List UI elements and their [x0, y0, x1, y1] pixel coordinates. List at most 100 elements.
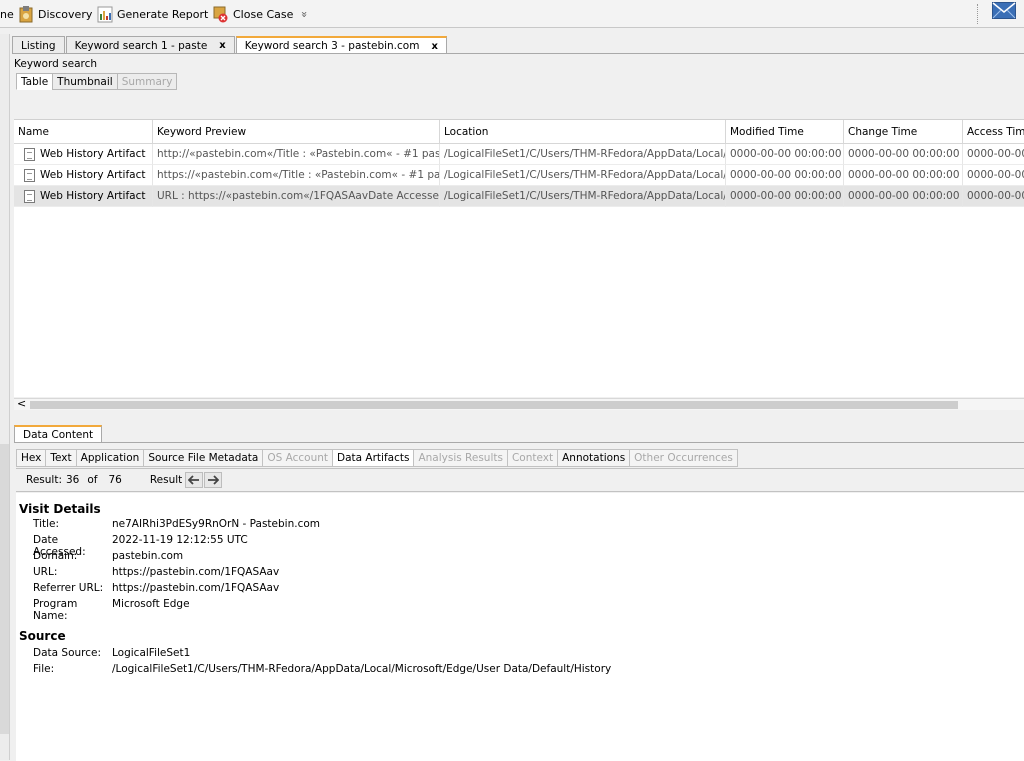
tab-label: Other Occurrences — [634, 452, 733, 464]
toolbar-separator — [977, 4, 978, 24]
tab-label: Table — [21, 75, 49, 88]
row-name: Web History Artifact — [40, 168, 146, 181]
tab-os-account[interactable]: OS Account — [262, 449, 334, 467]
generate-report-button[interactable]: Generate Report — [97, 4, 208, 24]
close-tab-icon[interactable]: x — [219, 40, 225, 51]
cell-access-time: 0000-00-00 0 — [963, 144, 1024, 165]
cell-access-time: 0000-00-00 0 — [963, 186, 1024, 207]
left-panel-scrollbar[interactable] — [0, 444, 9, 734]
cell-location: /LogicalFileSet1/C/Users/THM-RFedora/App… — [440, 165, 726, 186]
discovery-button[interactable]: Discovery — [18, 4, 92, 24]
detail-key: Data Source: — [33, 647, 102, 659]
cell-change-time: 0000-00-00 00:00:00 — [844, 186, 963, 207]
tab-label: Analysis Results — [418, 452, 503, 464]
tab-keyword-search-1[interactable]: Keyword search 1 - paste x — [65, 36, 235, 54]
results-table: Name Keyword Preview Location Modified T… — [14, 119, 1024, 397]
tab-label: Text — [50, 452, 72, 464]
column-header-name[interactable]: Name — [14, 120, 153, 144]
tab-thumbnail[interactable]: Thumbnail — [52, 73, 118, 90]
previous-result-button[interactable] — [185, 472, 204, 488]
content-viewer-tabs: Hex Text Application Source File Metadat… — [16, 449, 738, 467]
tab-label: Application — [80, 452, 140, 464]
tab-listing[interactable]: Listing — [12, 36, 65, 54]
column-header-keyword-preview[interactable]: Keyword Preview — [153, 120, 440, 144]
detail-row-file: File: /LogicalFileSet1/C/Users/THM-RFedor… — [33, 663, 611, 675]
cell-change-time: 0000-00-00 00:00:00 — [844, 144, 963, 165]
tab-label: Hex — [21, 452, 42, 464]
tab-hex[interactable]: Hex — [16, 449, 47, 467]
result-tabs: Listing Keyword search 1 - paste x Keywo… — [12, 36, 448, 54]
detail-value: LogicalFileSet1 — [112, 647, 191, 659]
close-case-icon — [213, 5, 229, 23]
table-row[interactable]: Web History Artifact https://«pastebin.c… — [14, 165, 1024, 186]
tab-label: Context — [511, 452, 554, 464]
tab-data-artifacts[interactable]: Data Artifacts — [332, 449, 415, 467]
column-header-change-time[interactable]: Change Time — [844, 120, 963, 144]
tab-label: Listing — [21, 39, 56, 52]
row-name: Web History Artifact — [40, 147, 146, 160]
tab-keyword-search-3[interactable]: Keyword search 3 - pastebin.com x — [235, 36, 447, 54]
tab-context[interactable]: Context — [506, 449, 559, 467]
cell-location: /LogicalFileSet1/C/Users/THM-RFedora/App… — [440, 186, 726, 207]
cell-modified-time: 0000-00-00 00:00:00 — [726, 186, 844, 207]
visit-details-heading: Visit Details — [19, 502, 101, 516]
tab-analysis-results[interactable]: Analysis Results — [413, 449, 508, 467]
cell-keyword-preview: https://«pastebin.com«/Title : «Pastebin… — [153, 165, 440, 186]
horizontal-scrollbar[interactable]: < — [14, 397, 1024, 410]
detail-key: URL: — [33, 566, 58, 578]
detail-row-url: URL: https://pastebin.com/1FQASAav — [33, 566, 279, 578]
arrow-right-icon — [208, 475, 220, 485]
close-case-button[interactable]: Close Case » — [213, 4, 311, 24]
tab-annotations[interactable]: Annotations — [557, 449, 631, 467]
tab-label: Keyword search 3 - pastebin.com — [244, 40, 420, 52]
detail-key: Program Name: — [33, 598, 78, 622]
cell-keyword-preview: http://«pastebin.com«/Title : «Pastebin.… — [153, 144, 440, 165]
left-collapsed-panel[interactable] — [0, 34, 10, 760]
tab-data-content[interactable]: Data Content — [14, 425, 103, 443]
source-heading: Source — [19, 629, 66, 643]
result-nav-label: Result — [149, 474, 183, 486]
cell-name: Web History Artifact — [14, 186, 153, 207]
close-case-label: Close Case — [233, 7, 294, 21]
close-case-dropdown-icon[interactable]: » — [298, 11, 311, 18]
scrollbar-thumb[interactable] — [30, 401, 958, 409]
tab-other-occurrences[interactable]: Other Occurrences — [629, 449, 738, 467]
document-icon — [24, 189, 35, 203]
column-header-modified-time[interactable]: Modified Time — [726, 120, 844, 144]
detail-value: https://pastebin.com/1FQASAav — [112, 566, 280, 578]
cell-modified-time: 0000-00-00 00:00:00 — [726, 144, 844, 165]
row-name: Web History Artifact — [40, 189, 146, 202]
detail-row-referrer-url: Referrer URL: https://pastebin.com/1FQASA… — [33, 582, 279, 594]
result-of: of — [87, 474, 98, 486]
tab-source-file-metadata[interactable]: Source File Metadata — [143, 449, 264, 467]
cell-change-time: 0000-00-00 00:00:00 — [844, 165, 963, 186]
scroll-left-arrow[interactable]: < — [17, 397, 26, 410]
cell-keyword-preview: URL : https://«pastebin.com«/1FQASAavDat… — [153, 186, 440, 207]
next-result-button[interactable] — [204, 472, 223, 488]
cell-modified-time: 0000-00-00 00:00:00 — [726, 165, 844, 186]
cell-name: Web History Artifact — [14, 165, 153, 186]
table-row[interactable]: Web History Artifact http://«pastebin.co… — [14, 144, 1024, 165]
tab-summary[interactable]: Summary — [116, 73, 178, 90]
mail-icon[interactable] — [992, 2, 1016, 19]
close-tab-icon[interactable]: x — [431, 41, 437, 52]
tab-label: Thumbnail — [57, 75, 113, 88]
toolbar-truncated-item[interactable]: ne — [0, 4, 14, 24]
tab-text[interactable]: Text — [45, 449, 77, 467]
generate-report-label: Generate Report — [117, 7, 209, 21]
result-navigation-bar: Result: 36 of 76 Result — [16, 468, 1024, 492]
table-row-selected[interactable]: Web History Artifact URL : https://«past… — [14, 186, 1024, 207]
result-current: 36 — [65, 474, 80, 486]
tab-label: Summary — [121, 75, 173, 88]
discovery-label: Discovery — [38, 7, 93, 21]
discovery-icon — [18, 5, 34, 23]
column-header-location[interactable]: Location — [440, 120, 726, 144]
column-header-access-time[interactable]: Access Time — [963, 120, 1024, 144]
tab-label: OS Account — [267, 452, 329, 464]
arrow-left-icon — [188, 475, 200, 485]
detail-value: Microsoft Edge — [112, 598, 190, 610]
tab-label: Data Artifacts — [337, 452, 410, 464]
tab-table[interactable]: Table — [16, 73, 54, 90]
main-toolbar: ne Discovery Generate Report Close Case … — [0, 0, 1024, 28]
tab-application[interactable]: Application — [75, 449, 145, 467]
